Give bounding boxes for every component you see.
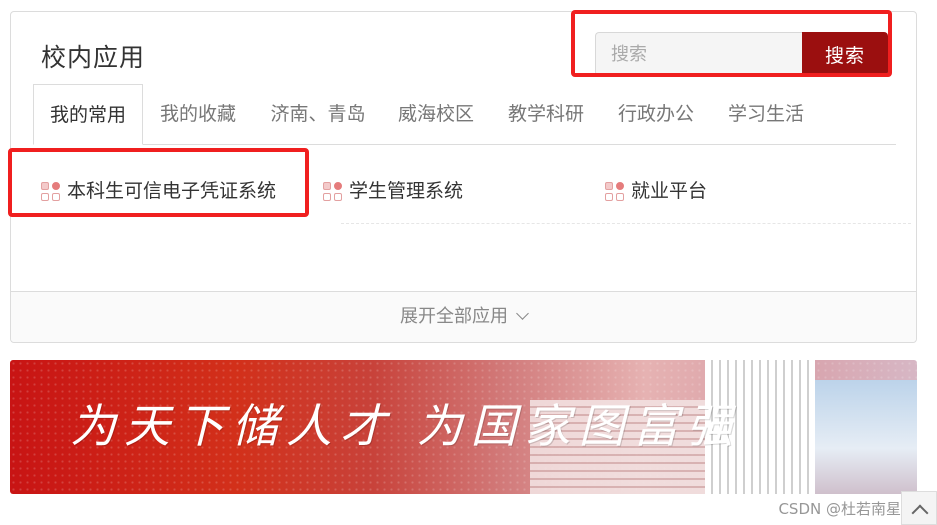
campus-banner: 为天下储人才 为国家图富强 (10, 360, 917, 494)
tab-teaching-research[interactable]: 教学科研 (499, 84, 593, 144)
divider (341, 223, 911, 224)
tab-weihai-campus[interactable]: 威海校区 (389, 84, 483, 144)
banner-slogan: 为天下储人才 为国家图富强 (70, 399, 741, 453)
tab-frequent[interactable]: 我的常用 (33, 84, 143, 145)
chevron-up-icon (911, 504, 929, 522)
tab-administration[interactable]: 行政办公 (609, 84, 703, 144)
card-title: 校内应用 (41, 43, 146, 72)
expand-all-apps-button[interactable]: 展开全部应用 (11, 291, 916, 342)
tab-jinan-qingdao[interactable]: 济南、青岛 (261, 84, 375, 144)
app-label: 就业平台 (631, 180, 708, 202)
tab-study-life[interactable]: 学习生活 (719, 84, 813, 144)
back-to-top-button[interactable] (901, 491, 937, 525)
app-label: 学生管理系统 (349, 180, 464, 202)
app-grid-icon (605, 182, 625, 202)
app-category-tabs: 我的常用 我的收藏 济南、青岛 威海校区 教学科研 行政办公 学习生活 (33, 84, 896, 145)
app-highlight-box (8, 148, 309, 217)
search-highlight-box (571, 10, 892, 77)
banner-sky (815, 380, 917, 494)
chevron-down-icon (516, 307, 529, 320)
watermark: CSDN @杜若南星 (778, 500, 901, 518)
expand-label: 展开全部应用 (400, 306, 508, 327)
tab-favorites[interactable]: 我的收藏 (145, 84, 251, 144)
app-grid-icon (323, 182, 343, 202)
